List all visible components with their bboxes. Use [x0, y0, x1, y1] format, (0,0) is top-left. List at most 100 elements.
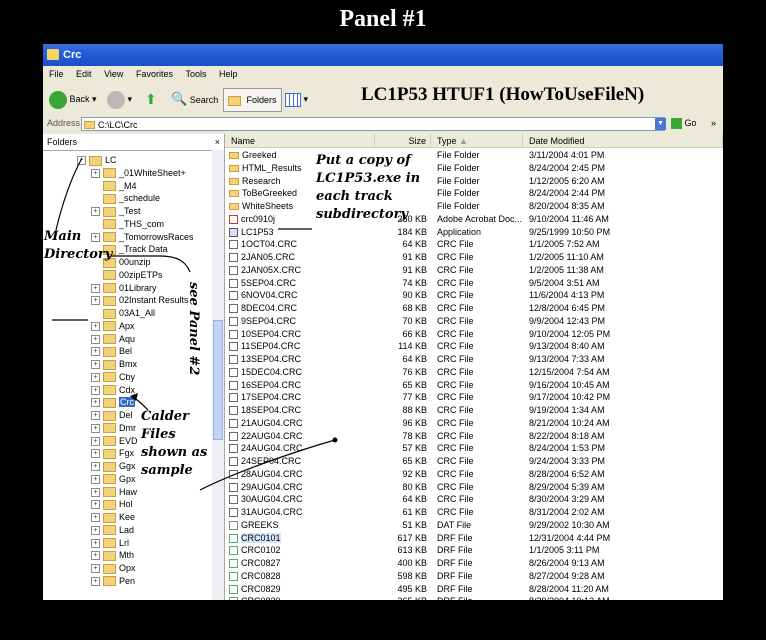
tree-item[interactable]: + Lad: [91, 524, 134, 536]
file-row[interactable]: CRC0101 617 KB DRF File 12/31/2004 4:44 PM: [225, 532, 723, 545]
tree-item[interactable]: + Gpx: [91, 473, 136, 485]
file-row[interactable]: CRC0102 613 KB DRF File 1/1/2005 3:11 PM: [225, 544, 723, 557]
file-row[interactable]: 17SEP04.CRC 77 KB CRC File 9/17/2004 10:42 …: [225, 391, 723, 404]
file-row[interactable]: WhiteSheets File Folder 8/20/2004 8:35 AM: [225, 200, 723, 213]
tree-item[interactable]: + Hol: [91, 498, 133, 510]
expand-icon[interactable]: +: [91, 487, 100, 497]
file-row[interactable]: 11SEP04.CRC 114 KB CRC File 9/13/2004 8:40 …: [225, 340, 723, 353]
file-row[interactable]: 18SEP04.CRC 88 KB CRC File 9/19/2004 1:34 A…: [225, 404, 723, 417]
file-row[interactable]: LC1P53 184 KB Application 9/25/1999 10:50 P…: [225, 226, 723, 239]
file-row[interactable]: 2JAN05.CRC 91 KB CRC File 1/2/2005 11:10 AM: [225, 251, 723, 264]
expand-icon[interactable]: +: [91, 423, 100, 433]
expand-icon[interactable]: +: [91, 321, 100, 331]
expand-icon[interactable]: +: [91, 462, 100, 472]
file-row[interactable]: 22AUG04.CRC 78 KB CRC File 8/22/2004 8:18 A…: [225, 430, 723, 443]
file-row[interactable]: 31AUG04.CRC 61 KB CRC File 8/31/2004 2:02 A…: [225, 506, 723, 519]
file-row[interactable]: 16SEP04.CRC 65 KB CRC File 9/16/2004 10:45 …: [225, 379, 723, 392]
tree-item[interactable]: + Pen: [91, 575, 135, 587]
views-button[interactable]: ▾: [285, 88, 308, 110]
expand-icon[interactable]: +: [91, 449, 100, 459]
menu-favorites[interactable]: Favorites: [136, 69, 173, 79]
go-button[interactable]: Go: [671, 118, 697, 130]
address-field[interactable]: C:\LC\Crc: [81, 117, 665, 131]
tree-item[interactable]: +02Instant Results: [91, 294, 189, 306]
collapse-icon[interactable]: −: [77, 156, 86, 166]
tree-item[interactable]: _M4: [91, 180, 137, 192]
menu-view[interactable]: View: [104, 69, 123, 79]
tree-item[interactable]: + Cdx: [91, 384, 135, 396]
scroll-thumb[interactable]: [213, 320, 223, 440]
expand-icon[interactable]: +: [91, 360, 100, 370]
address-dropdown-icon[interactable]: ▼: [655, 118, 666, 130]
expand-icon[interactable]: +: [91, 385, 100, 395]
tree-item[interactable]: + _01WhiteSheet+: [91, 167, 186, 179]
file-row[interactable]: 1OCT04.CRC 64 KB CRC File 1/1/2005 7:52 AM: [225, 238, 723, 251]
tree-item[interactable]: + Del: [91, 409, 133, 421]
menu-help[interactable]: Help: [219, 69, 238, 79]
file-row[interactable]: 13SEP04.CRC 64 KB CRC File 9/13/2004 7:33 A…: [225, 353, 723, 366]
menu-tools[interactable]: Tools: [185, 69, 206, 79]
expand-icon[interactable]: +: [91, 296, 100, 306]
file-row[interactable]: 8DEC04.CRC 68 KB CRC File 12/8/2004 6:45 PM: [225, 302, 723, 315]
file-row[interactable]: Research File Folder 1/12/2005 6:20 AM: [225, 175, 723, 188]
expand-icon[interactable]: +: [91, 347, 100, 357]
column-header-name[interactable]: Name: [225, 134, 375, 148]
close-pane-icon[interactable]: ×: [215, 134, 220, 150]
expand-icon[interactable]: +: [91, 411, 100, 421]
tree-item[interactable]: +01Library: [91, 282, 157, 294]
file-row[interactable]: ToBeGreeked File Folder 8/24/2004 2:44 PM: [225, 187, 723, 200]
file-row[interactable]: 5SEP04.CRC 74 KB CRC File 9/5/2004 3:51 AM: [225, 277, 723, 290]
tree-item[interactable]: + Cby: [91, 371, 135, 383]
tree-item[interactable]: + Opx: [91, 562, 136, 574]
expand-icon[interactable]: +: [91, 564, 100, 574]
tree-item[interactable]: + Bmx: [91, 358, 137, 370]
expand-icon[interactable]: +: [91, 207, 100, 217]
file-row[interactable]: 29AUG04.CRC 80 KB CRC File 8/29/2004 5:39 A…: [225, 481, 723, 494]
expand-icon[interactable]: +: [91, 551, 100, 561]
tree-item[interactable]: + Lrl: [91, 537, 129, 549]
file-row[interactable]: CRC0829 495 KB DRF File 8/28/2004 11:20 AM: [225, 583, 723, 596]
column-header-date[interactable]: Date Modified: [523, 134, 723, 148]
file-row[interactable]: 24SEP04.CRC 65 KB CRC File 9/24/2004 3:33 P…: [225, 455, 723, 468]
menu-file[interactable]: File: [49, 69, 64, 79]
expand-icon[interactable]: +: [91, 398, 100, 408]
expand-icon[interactable]: +: [91, 513, 100, 523]
file-row[interactable]: crc0910j 250 KB Adobe Acrobat Doc... 9/10/2…: [225, 213, 723, 226]
file-row[interactable]: CRC0827 400 KB DRF File 8/26/2004 9:13 AM: [225, 557, 723, 570]
tree-item[interactable]: + Apx: [91, 320, 135, 332]
file-row[interactable]: HTML_Results File Folder 8/24/2004 2:45 PM: [225, 162, 723, 175]
tree-item[interactable]: + Haw: [91, 486, 137, 498]
tree-item[interactable]: + Bel: [91, 345, 132, 357]
tree-item[interactable]: + Crc: [91, 396, 135, 408]
back-button[interactable]: Back ▾: [49, 88, 97, 110]
file-row[interactable]: 9SEP04.CRC 70 KB CRC File 9/9/2004 12:43 PM: [225, 315, 723, 328]
up-folder-button[interactable]: ⬆: [145, 88, 157, 110]
expand-icon[interactable]: +: [91, 538, 100, 548]
search-button[interactable]: 🔍 Search: [171, 88, 218, 110]
forward-button[interactable]: ▾: [107, 88, 132, 110]
file-row[interactable]: 2JAN05X.CRC 91 KB CRC File 1/2/2005 11:38 A…: [225, 264, 723, 277]
expand-icon[interactable]: +: [91, 576, 100, 586]
tree-item[interactable]: 00zipETPs: [91, 269, 163, 281]
file-row[interactable]: CRC0828 598 KB DRF File 8/27/2004 9:28 AM: [225, 570, 723, 583]
expand-icon[interactable]: +: [91, 500, 100, 510]
tree-item[interactable]: + Ggx: [91, 460, 136, 472]
file-row[interactable]: 6NOV04.CRC 90 KB CRC File 11/6/2004 4:13 PM: [225, 289, 723, 302]
expand-icon[interactable]: +: [91, 525, 100, 535]
expand-icon[interactable]: +: [91, 436, 100, 446]
tree-item[interactable]: + EVD: [91, 435, 138, 447]
file-row[interactable]: 28AUG04.CRC 92 KB CRC File 8/28/2004 6:52 A…: [225, 468, 723, 481]
file-row[interactable]: GREEKS 51 KB DAT File 9/29/2002 10:30 AM: [225, 519, 723, 532]
tree-item[interactable]: + _Test: [91, 205, 141, 217]
expand-icon[interactable]: +: [91, 474, 100, 484]
tree-item[interactable]: + Fgx: [91, 447, 134, 459]
tree-item[interactable]: _schedule: [91, 192, 160, 204]
folders-scrollbar[interactable]: [212, 150, 224, 600]
column-header-type[interactable]: Type ▲: [431, 134, 523, 148]
folders-button[interactable]: Folders: [223, 88, 282, 112]
links-chevron-icon[interactable]: »: [711, 118, 716, 128]
tree-item[interactable]: − LC: [77, 154, 117, 166]
menu-edit[interactable]: Edit: [76, 69, 92, 79]
file-row[interactable]: CRC0830 365 KB DRF File 8/29/2004 10:12 AM: [225, 595, 723, 600]
file-row[interactable]: 21AUG04.CRC 96 KB CRC File 8/21/2004 10:24 …: [225, 417, 723, 430]
